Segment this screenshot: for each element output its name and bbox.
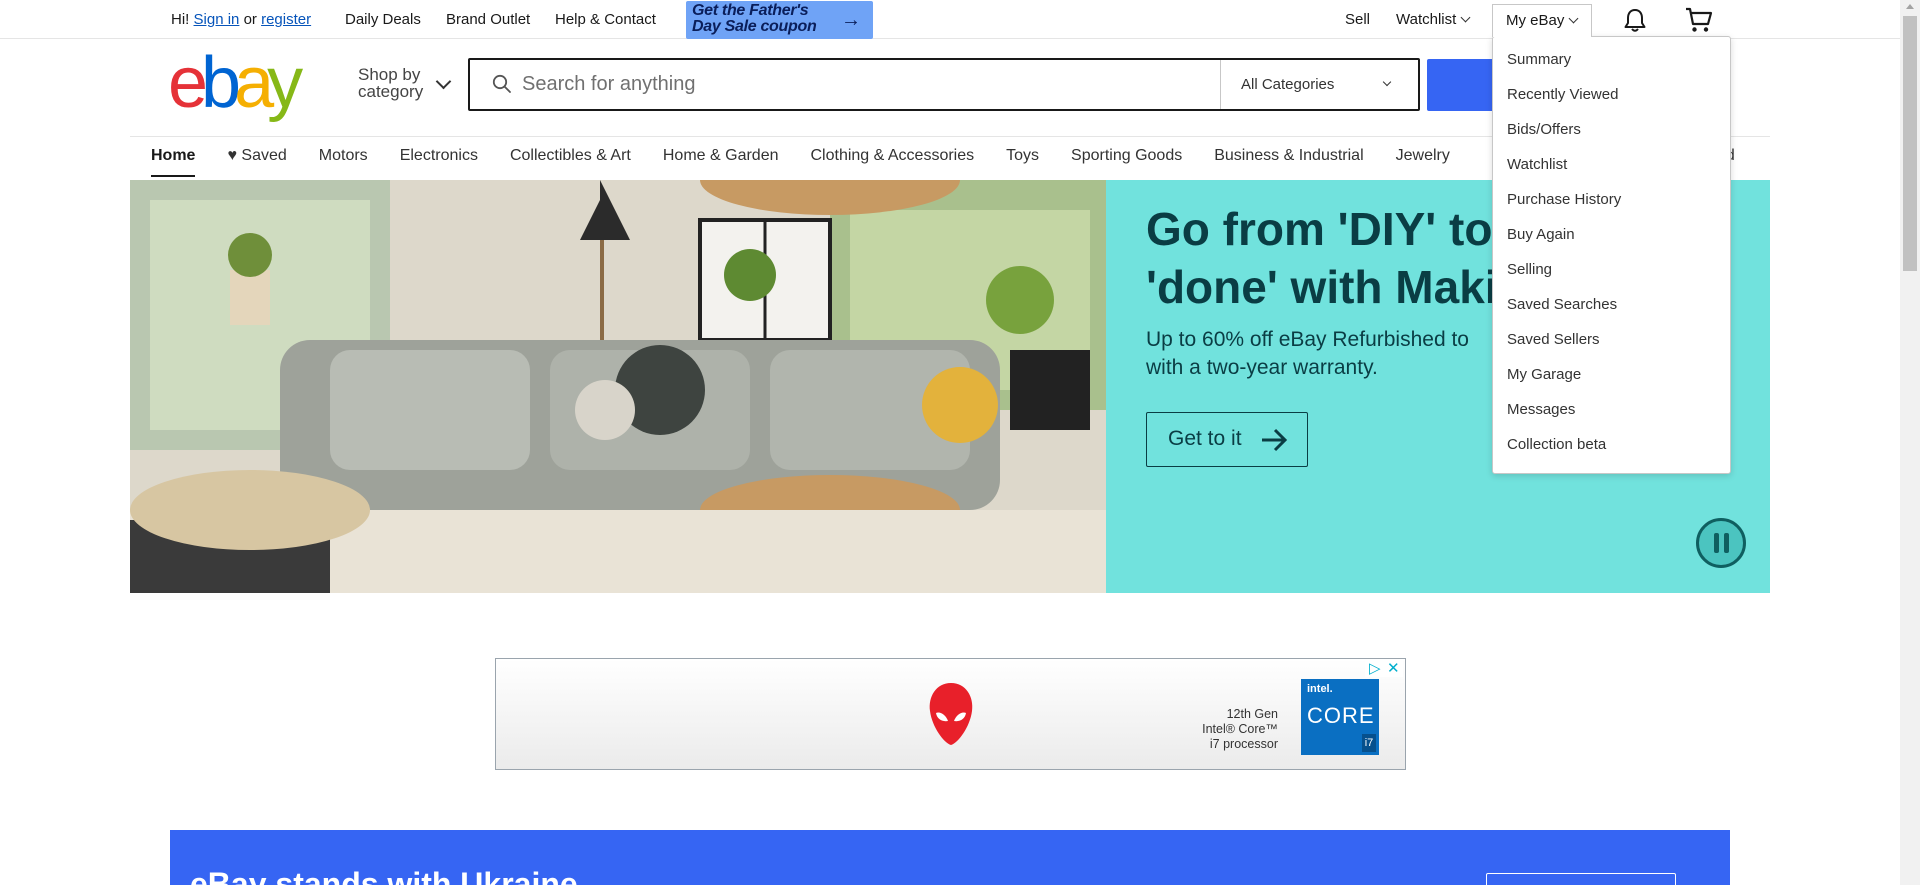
- nav-jewelry[interactable]: Jewelry: [1396, 147, 1450, 177]
- nav-collectibles-art[interactable]: Collectibles & Art: [510, 147, 631, 177]
- menu-item-recently-viewed[interactable]: Recently Viewed: [1493, 84, 1730, 119]
- menu-item-saved-sellers[interactable]: Saved Sellers: [1493, 329, 1730, 364]
- scroll-up-icon[interactable]: [1906, 4, 1914, 9]
- chevron-down-icon: [1568, 13, 1579, 24]
- fathers-day-promo-banner[interactable]: Get the Father's Day Sale coupon →: [686, 1, 873, 39]
- nav-clothing-accessories[interactable]: Clothing & Accessories: [810, 147, 974, 177]
- ukraine-banner-button[interactable]: [1486, 873, 1676, 885]
- nav-home[interactable]: Home: [151, 147, 196, 177]
- processor-text: 12th Gen Intel® Core™ i7 processor: [1202, 707, 1278, 751]
- nav-electronics[interactable]: Electronics: [400, 147, 478, 177]
- ad-choices[interactable]: ▷ ✕: [1365, 659, 1403, 677]
- nav-motors[interactable]: Motors: [319, 147, 368, 177]
- search-icon: [492, 74, 511, 93]
- menu-item-selling[interactable]: Selling: [1493, 259, 1730, 294]
- scrollbar-thumb[interactable]: [1903, 16, 1917, 271]
- top-utility-bar: Hi! Sign in or register Daily Deals Bran…: [0, 0, 1900, 39]
- carousel-pause-button[interactable]: [1696, 518, 1746, 568]
- hero-subtitle: Up to 60% off eBay Refurbished to with a…: [1146, 328, 1469, 379]
- search-bar: All Categories: [468, 58, 1420, 111]
- cart-icon[interactable]: [1684, 6, 1714, 34]
- search-input[interactable]: [522, 68, 1122, 101]
- promo-line-1: Get the Father's: [692, 2, 809, 19]
- register-link[interactable]: register: [261, 11, 311, 28]
- menu-item-collection[interactable]: Collection beta: [1493, 434, 1730, 469]
- brand-outlet-link[interactable]: Brand Outlet: [446, 11, 530, 28]
- heart-icon: ♥: [227, 147, 237, 164]
- nav-home-garden[interactable]: Home & Garden: [663, 147, 779, 177]
- promo-line-2: Day Sale coupon: [692, 18, 817, 35]
- bell-icon[interactable]: [1621, 6, 1649, 34]
- menu-item-buy-again[interactable]: Buy Again: [1493, 224, 1730, 259]
- advertisement-banner[interactable]: 12th Gen Intel® Core™ i7 processor intel…: [495, 658, 1406, 770]
- menu-item-messages[interactable]: Messages: [1493, 399, 1730, 434]
- menu-item-bids-offers[interactable]: Bids/Offers: [1493, 119, 1730, 154]
- chevron-down-icon: [1460, 12, 1471, 23]
- ad-info-icon[interactable]: ▷: [1369, 659, 1381, 677]
- living-room-illustration: [130, 180, 1106, 593]
- category-select[interactable]: All Categories: [1220, 60, 1418, 109]
- intel-core-badge: intel. CORE i7: [1301, 679, 1379, 755]
- chevron-down-icon: [1382, 77, 1392, 87]
- nav-sporting-goods[interactable]: Sporting Goods: [1071, 147, 1182, 177]
- menu-item-purchase-history[interactable]: Purchase History: [1493, 189, 1730, 224]
- ebay-logo[interactable]: ebay: [168, 47, 318, 119]
- arrow-right-icon: [1262, 428, 1288, 452]
- menu-item-my-garage[interactable]: My Garage: [1493, 364, 1730, 399]
- page-scrollbar[interactable]: [1900, 0, 1920, 885]
- help-contact-link[interactable]: Help & Contact: [555, 11, 656, 28]
- menu-item-watchlist[interactable]: Watchlist: [1493, 154, 1730, 189]
- menu-item-summary[interactable]: Summary: [1493, 49, 1730, 84]
- my-ebay-button[interactable]: My eBay: [1492, 4, 1592, 37]
- category-nav: Home ♥ Saved Motors Electronics Collecti…: [151, 147, 1482, 177]
- alienware-logo: [929, 683, 973, 745]
- watchlist-link[interactable]: Watchlist: [1396, 11, 1471, 28]
- shop-by-category-button[interactable]: Shop by category: [358, 66, 423, 100]
- hero-title: Go from 'DIY' to 'done' with Maki: [1146, 203, 1498, 313]
- sign-in-link[interactable]: Sign in: [194, 11, 240, 28]
- greeting: Hi! Sign in or register: [171, 11, 312, 28]
- menu-item-saved-searches[interactable]: Saved Searches: [1493, 294, 1730, 329]
- hero-cta-button[interactable]: Get to it: [1146, 412, 1308, 467]
- arrow-right-icon: →: [841, 9, 861, 31]
- hero-living-room-image[interactable]: [130, 180, 1106, 593]
- nav-business-industrial[interactable]: Business & Industrial: [1214, 147, 1363, 177]
- ukraine-banner: eBay stands with Ukraine: [170, 830, 1730, 885]
- chevron-down-icon[interactable]: [435, 73, 452, 90]
- nav-toys[interactable]: Toys: [1006, 147, 1039, 177]
- ukraine-banner-title: eBay stands with Ukraine: [190, 866, 578, 885]
- sell-link[interactable]: Sell: [1345, 11, 1370, 28]
- daily-deals-link[interactable]: Daily Deals: [345, 11, 421, 28]
- close-icon[interactable]: ✕: [1387, 659, 1400, 677]
- nav-saved[interactable]: ♥ Saved: [227, 147, 286, 177]
- my-ebay-dropdown: Summary Recently Viewed Bids/Offers Watc…: [1492, 36, 1731, 474]
